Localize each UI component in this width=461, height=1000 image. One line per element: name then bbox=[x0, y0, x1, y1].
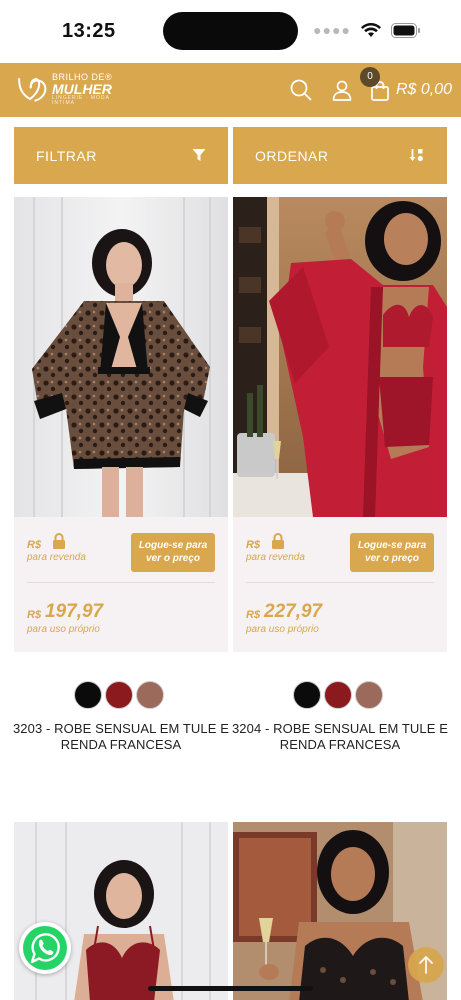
resale-label: para revenda bbox=[27, 552, 86, 563]
sort-label: ORDENAR bbox=[255, 147, 329, 164]
price-currency: R$ bbox=[246, 609, 261, 621]
color-swatches bbox=[74, 681, 164, 709]
swatch-leopard[interactable] bbox=[355, 681, 383, 709]
price-box: R$ para revenda Logue-se para ver o preç… bbox=[233, 517, 447, 652]
page: 13:25 ●●●● BRILHO DE® MULHER LINGERIE · … bbox=[0, 0, 461, 1000]
price-currency: R$ bbox=[27, 609, 42, 621]
arrow-up-icon bbox=[419, 956, 433, 974]
wifi-icon bbox=[361, 22, 381, 37]
whatsapp-icon bbox=[23, 926, 67, 970]
logo-line-2: MULHER bbox=[52, 80, 112, 97]
status-icons: ●●●● bbox=[313, 22, 421, 38]
login-to-see-price-button[interactable]: Logue-se para ver o preço bbox=[350, 533, 434, 572]
swatch-black[interactable] bbox=[293, 681, 321, 709]
scroll-to-top-button[interactable] bbox=[408, 947, 444, 983]
product-title[interactable]: 3203 - ROBE SENSUAL EM TULE E RENDA FRAN… bbox=[6, 721, 236, 753]
sort-button[interactable]: ORDENAR bbox=[233, 127, 447, 184]
price-box: R$ para revenda Logue-se para ver o preç… bbox=[14, 517, 228, 652]
logo-wordmark: BRILHO DE® MULHER LINGERIE · MODA INTIMA bbox=[52, 72, 116, 106]
lock-icon bbox=[53, 533, 65, 549]
filter-label: FILTRAR bbox=[36, 147, 97, 164]
swatch-leopard[interactable] bbox=[136, 681, 164, 709]
brand-logo[interactable]: BRILHO DE® MULHER LINGERIE · MODA INTIMA bbox=[16, 71, 116, 107]
resale-currency: R$ bbox=[246, 539, 261, 551]
swatch-red[interactable] bbox=[105, 681, 133, 709]
product-price: 227,97 bbox=[264, 601, 323, 622]
own-use-label: para uso próprio bbox=[246, 624, 319, 635]
divider bbox=[27, 582, 215, 583]
sort-icon bbox=[409, 149, 423, 162]
color-swatches bbox=[293, 681, 383, 709]
product-image[interactable] bbox=[14, 197, 228, 517]
own-use-label: para uso próprio bbox=[27, 624, 100, 635]
product-image[interactable] bbox=[233, 197, 447, 517]
lock-icon bbox=[272, 533, 284, 549]
resale-currency: R$ bbox=[27, 539, 42, 551]
swatch-red[interactable] bbox=[324, 681, 352, 709]
signal-icon: ●●●● bbox=[313, 22, 351, 38]
status-time: 13:25 bbox=[62, 20, 116, 42]
login-to-see-price-button[interactable]: Logue-se para ver o preço bbox=[131, 533, 215, 572]
swatch-black[interactable] bbox=[74, 681, 102, 709]
logo-hearts-icon bbox=[18, 77, 47, 102]
resale-label: para revenda bbox=[246, 552, 305, 563]
product-price: 197,97 bbox=[45, 601, 104, 622]
status-bar: 13:25 ●●●● bbox=[0, 0, 461, 62]
cart-total[interactable]: R$ 0,00 bbox=[396, 81, 452, 99]
funnel-icon bbox=[192, 149, 206, 161]
dynamic-island bbox=[163, 12, 298, 50]
whatsapp-button[interactable] bbox=[19, 922, 71, 974]
filter-button[interactable]: FILTRAR bbox=[14, 127, 228, 184]
battery-icon bbox=[391, 22, 420, 38]
logo-line-3: LINGERIE · MODA INTIMA bbox=[52, 94, 110, 106]
user-icon[interactable] bbox=[331, 79, 353, 101]
home-indicator bbox=[148, 986, 313, 991]
divider bbox=[246, 582, 434, 583]
search-icon[interactable] bbox=[290, 79, 312, 101]
app-header: BRILHO DE® MULHER LINGERIE · MODA INTIMA bbox=[0, 63, 461, 117]
product-title[interactable]: 3204 - ROBE SENSUAL EM TULE E RENDA FRAN… bbox=[225, 721, 455, 753]
cart-count-badge: 0 bbox=[360, 67, 380, 87]
